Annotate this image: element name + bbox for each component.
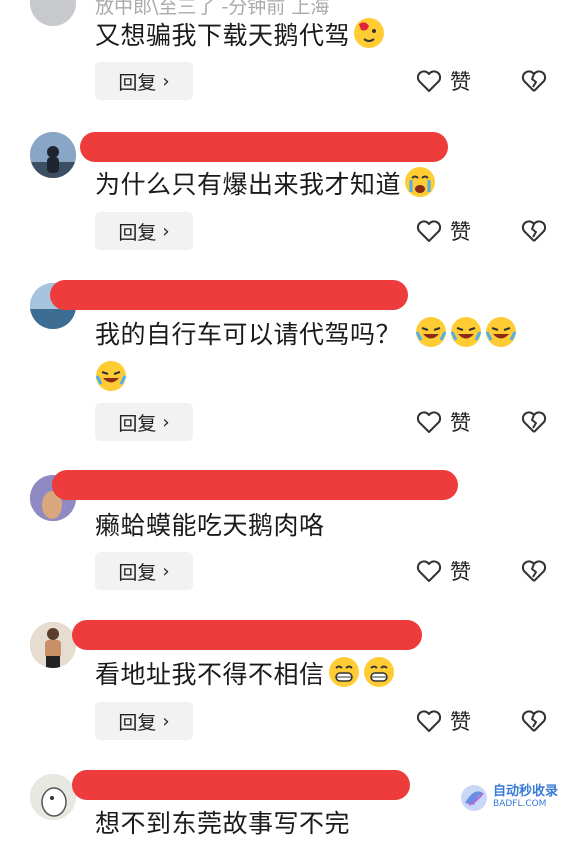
redacted-username xyxy=(80,132,448,162)
heart-icon xyxy=(416,560,442,582)
heart-icon xyxy=(416,220,442,242)
like-button[interactable]: 赞 xyxy=(416,552,471,590)
avatar[interactable] xyxy=(30,622,76,668)
comment-text: 又想骗我下载天鹅代驾 xyxy=(95,17,385,54)
broken-heart-icon xyxy=(521,411,547,433)
reply-button[interactable]: 回复 › xyxy=(95,212,193,250)
broken-heart-icon xyxy=(521,560,547,582)
chevron-right-icon: › xyxy=(162,220,170,242)
comment-text: 我的自行车可以请代驾吗？ xyxy=(95,316,517,353)
heart-icon xyxy=(416,411,442,433)
dislike-button[interactable] xyxy=(521,403,549,441)
heart-icon xyxy=(416,710,442,732)
grinning-emoji-icon xyxy=(328,657,359,687)
reply-button[interactable]: 回复 › xyxy=(95,403,193,441)
laughing-crying-emoji-icon xyxy=(450,317,482,347)
dislike-button[interactable] xyxy=(521,702,549,740)
chevron-right-icon: › xyxy=(162,560,170,582)
like-button[interactable]: 赞 xyxy=(416,62,471,100)
comment-text: 想不到东莞故事写不完 xyxy=(95,809,351,838)
like-button[interactable]: 赞 xyxy=(416,403,471,441)
watermark-url: BADFL.COM xyxy=(493,799,547,809)
comment-text-continued xyxy=(95,360,127,397)
dislike-button[interactable] xyxy=(521,62,549,100)
avatar[interactable] xyxy=(30,132,76,178)
broken-heart-icon xyxy=(521,220,547,242)
redacted-username xyxy=(52,470,458,500)
redacted-username xyxy=(72,770,410,800)
laughing-crying-emoji-icon xyxy=(415,317,447,347)
watermark-logo: 自动秒收录 BADFL.COM xyxy=(459,778,571,818)
laughing-crying-emoji-icon xyxy=(485,317,517,347)
chevron-right-icon: › xyxy=(162,411,170,433)
chevron-right-icon: › xyxy=(162,710,170,732)
comment-text: 癞蛤蟆能吃天鹅肉咯 xyxy=(95,511,325,540)
dislike-button[interactable] xyxy=(521,212,549,250)
logo-icon xyxy=(461,785,487,811)
broken-heart-icon xyxy=(521,710,547,732)
reply-button[interactable]: 回复 › xyxy=(95,702,193,740)
chevron-right-icon: › xyxy=(162,70,170,92)
redacted-username xyxy=(50,280,408,310)
avatar[interactable] xyxy=(30,0,76,26)
reply-button[interactable]: 回复 › xyxy=(95,62,193,100)
heart-icon xyxy=(416,70,442,92)
shy-emoji-icon xyxy=(354,18,385,48)
comment-text: 为什么只有爆出来我才知道 xyxy=(95,166,436,203)
dislike-button[interactable] xyxy=(521,552,549,590)
avatar[interactable] xyxy=(30,774,76,820)
reply-button[interactable]: 回复 › xyxy=(95,552,193,590)
like-button[interactable]: 赞 xyxy=(416,702,471,740)
watermark-title: 自动秒收录 xyxy=(493,784,559,799)
redacted-username xyxy=(72,620,422,650)
like-button[interactable]: 赞 xyxy=(416,212,471,250)
grinning-emoji-icon xyxy=(363,657,394,687)
crying-emoji-icon xyxy=(405,167,436,197)
comment-text: 看地址我不得不相信 xyxy=(95,656,395,693)
broken-heart-icon xyxy=(521,70,547,92)
laughing-crying-emoji-icon xyxy=(95,361,127,391)
